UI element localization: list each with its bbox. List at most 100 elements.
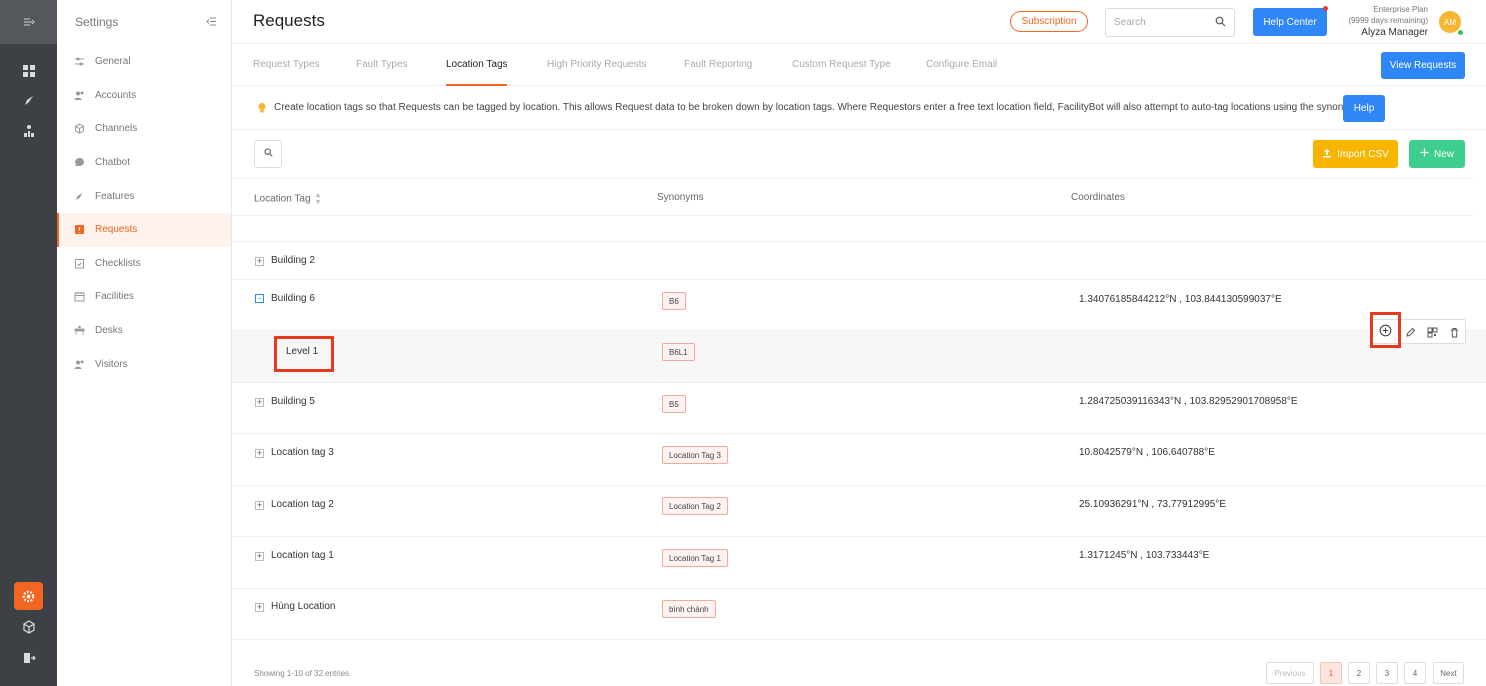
plan-days: (9999 days remaining) — [1348, 16, 1428, 25]
menu-item-requests[interactable]: Requests — [57, 212, 231, 247]
collapse-sidebar-icon[interactable] — [206, 15, 217, 29]
dashboard-icon[interactable] — [0, 56, 57, 86]
coordinates: 1.3171245°N , 103.733443°E — [1079, 550, 1210, 561]
menu-item-label: Chatbot — [95, 157, 131, 169]
expand-icon[interactable]: + — [255, 603, 264, 612]
menu-item-general[interactable]: General — [57, 45, 231, 79]
import-csv-button[interactable]: Import CSV — [1313, 140, 1398, 168]
coordinates: 25.10936291°N , 73.77912995°E — [1079, 499, 1227, 510]
page-2-button[interactable]: 2 — [1348, 662, 1370, 684]
lightbulb-icon — [257, 102, 267, 114]
location-tag-name: Hùng Location — [271, 601, 336, 612]
rocket-icon[interactable] — [0, 86, 57, 116]
collapse-icon[interactable]: - — [255, 294, 264, 303]
menu-item-desks[interactable]: Desks — [57, 314, 231, 348]
expand-icon[interactable]: + — [255, 398, 264, 407]
page-title: Requests — [253, 11, 325, 30]
help-center-button[interactable]: Help Center — [1253, 8, 1327, 36]
visitor-icon — [73, 358, 85, 370]
location-tag-name: Building 6 — [271, 293, 315, 304]
menu-item-label: Checklists — [95, 257, 141, 269]
new-label: New — [1433, 148, 1454, 160]
table-search-button[interactable] — [254, 140, 282, 168]
table-row-child[interactable]: B6L1 — [232, 331, 1486, 383]
tab-configure-email[interactable]: Configure Email — [926, 59, 997, 70]
new-button[interactable]: New — [1409, 140, 1465, 168]
table-row[interactable]: + Building 2 — [232, 242, 1486, 280]
search-icon — [1215, 16, 1226, 30]
tab-fault-reporting[interactable]: Fault Reporting — [684, 59, 752, 70]
column-location-tag[interactable]: Location Tag ▲ ▼ — [254, 192, 321, 206]
delete-icon[interactable] — [1447, 325, 1461, 339]
synonym-tag: Location Tag 1 — [662, 549, 728, 567]
menu-item-accounts[interactable]: Accounts — [57, 79, 231, 113]
tab-request-types[interactable]: Request Types — [253, 59, 320, 70]
tab-high-priority-requests[interactable]: High Priority Requests — [547, 59, 646, 70]
subscription-button[interactable]: Subscription — [1010, 11, 1088, 32]
synonym-tag: Location Tag 2 — [662, 497, 728, 515]
coordinates: 1.34076185844212°N , 103.844130599037°E — [1079, 294, 1282, 305]
request-icon — [73, 224, 85, 236]
add-child-icon[interactable] — [1370, 312, 1401, 348]
synonym-tag: B5 — [662, 395, 686, 413]
tab-fault-types[interactable]: Fault Types — [356, 59, 408, 70]
notification-dot — [1323, 6, 1328, 11]
active-tab-indicator — [446, 84, 507, 86]
checklist-icon — [73, 257, 85, 269]
expand-icon[interactable]: + — [255, 257, 264, 266]
logout-icon[interactable] — [0, 643, 57, 673]
table-row[interactable]: + Location tag 3 Location Tag 3 10.80425… — [232, 434, 1486, 486]
menu-item-checklists[interactable]: Checklists — [57, 247, 231, 281]
settings-gear-icon[interactable] — [14, 582, 43, 610]
tabs-bar: Request Types Fault Types Location Tags … — [232, 44, 1486, 86]
info-banner: Create location tags so that Requests ca… — [232, 87, 1486, 130]
location-tag-name: Building 5 — [271, 396, 315, 407]
table-row[interactable]: + Location tag 2 Location Tag 2 25.10936… — [232, 486, 1486, 537]
next-page-button[interactable]: Next — [1433, 662, 1464, 684]
view-requests-button[interactable]: View Requests — [1381, 52, 1465, 79]
menu-item-facilities[interactable]: Facilities — [57, 280, 231, 314]
menu-item-label: Accounts — [95, 89, 137, 101]
expand-menu-icon[interactable] — [0, 0, 57, 44]
expand-icon[interactable]: + — [255, 552, 264, 561]
table-row[interactable]: - Building 6 B6 1.34076185844212°N , 103… — [232, 280, 1486, 331]
app-rail — [0, 0, 57, 686]
tab-location-tags[interactable]: Location Tags — [446, 59, 508, 70]
menu-item-features[interactable]: Features — [57, 179, 231, 213]
analytics-icon[interactable] — [0, 116, 57, 146]
expand-icon[interactable]: + — [255, 501, 264, 510]
search-icon — [263, 148, 273, 160]
user-name[interactable]: Alyza Manager — [1338, 27, 1428, 38]
help-button[interactable]: Help — [1343, 95, 1385, 122]
edit-icon[interactable] — [1403, 325, 1417, 339]
page-3-button[interactable]: 3 — [1376, 662, 1398, 684]
qr-code-icon[interactable] — [1425, 325, 1439, 339]
info-text: Create location tags so that Requests ca… — [274, 102, 1365, 113]
menu-item-channels[interactable]: Channels — [57, 112, 231, 146]
sort-icon[interactable]: ▲ ▼ — [315, 192, 322, 206]
import-csv-label: Import CSV — [1337, 148, 1389, 160]
table-row[interactable]: + Building 5 B5 1.284725039116343°N , 10… — [232, 383, 1486, 434]
plus-icon — [1420, 148, 1429, 160]
coordinates: 1.284725039116343°N , 103.82952901708958… — [1079, 396, 1298, 407]
location-tag-name[interactable]: Level 1 — [286, 346, 318, 357]
table-spacer — [232, 216, 1486, 242]
menu-item-label: Facilities — [95, 291, 134, 303]
page-1-button[interactable]: 1 — [1320, 662, 1342, 684]
menu-item-visitors[interactable]: Visitors — [57, 347, 231, 381]
table-row[interactable]: + Hùng Location bình chánh — [232, 589, 1486, 640]
coordinates: 10.8042579°N , 106.640788°E — [1079, 447, 1215, 458]
upload-icon — [1322, 148, 1332, 161]
search-input[interactable]: Search — [1105, 8, 1235, 37]
page-4-button[interactable]: 4 — [1404, 662, 1426, 684]
page-header: Requests Subscription Search Help Center… — [232, 0, 1486, 44]
table-row[interactable]: + Location tag 1 Location Tag 1 1.317124… — [232, 537, 1486, 589]
expand-icon[interactable]: + — [255, 449, 264, 458]
previous-page-button[interactable]: Previous — [1266, 662, 1314, 684]
menu-item-chatbot[interactable]: Chatbot — [57, 146, 231, 180]
cube-icon[interactable] — [0, 612, 57, 642]
entries-summary: Showing 1-10 of 32 entries — [254, 669, 350, 678]
menu-item-label: General — [95, 56, 131, 68]
tab-custom-request-type[interactable]: Custom Request Type — [792, 59, 891, 70]
highlight-level-1: Level 1 — [274, 336, 334, 372]
